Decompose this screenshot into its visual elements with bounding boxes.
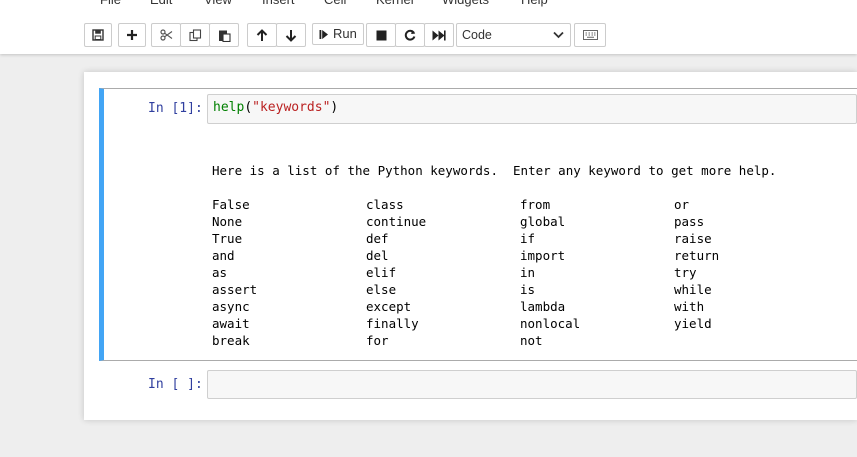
arrow-up-icon xyxy=(256,28,268,41)
keyword-item: yield xyxy=(674,316,712,331)
insert-cell-button[interactable] xyxy=(118,23,146,47)
keyword-item: else xyxy=(366,282,397,297)
menu-insert[interactable]: Insert xyxy=(262,0,295,9)
menu-cell[interactable]: Cell xyxy=(324,0,346,9)
keyword-item: async xyxy=(212,299,250,314)
run-button-label: Run xyxy=(333,26,357,41)
keyword-item: try xyxy=(674,265,697,280)
notebook-container: In [1]: help("keywords") Here is a list … xyxy=(84,72,857,420)
keyword-item: raise xyxy=(674,231,712,246)
keyword-item: nonlocal xyxy=(520,316,581,331)
paste-icon xyxy=(218,30,231,42)
keyword-item: for xyxy=(366,333,389,348)
keyword-item: class xyxy=(366,197,404,212)
output-intro-text: Here is a list of the Python keywords. E… xyxy=(212,163,777,178)
chevron-down-icon xyxy=(553,31,564,39)
keyword-item: pass xyxy=(674,214,705,229)
run-button[interactable]: Run xyxy=(312,23,364,45)
plus-icon xyxy=(127,30,137,40)
paste-button[interactable] xyxy=(209,23,239,47)
keyboard-icon xyxy=(582,30,598,40)
keyword-item: as xyxy=(212,265,228,280)
menu-edit[interactable]: Edit xyxy=(150,0,172,9)
arrow-down-icon xyxy=(285,29,297,42)
command-palette-button[interactable] xyxy=(574,23,606,47)
step-forward-icon xyxy=(319,29,328,39)
keyword-item: import xyxy=(520,248,566,263)
code-cell[interactable]: In [ ]: xyxy=(99,365,857,403)
keyword-column: False None True and as assert async await break xyxy=(212,196,257,349)
keyword-item: break xyxy=(212,333,250,348)
interrupt-button[interactable] xyxy=(366,23,396,47)
code-string-arg: "keywords" xyxy=(252,100,331,115)
restart-run-all-button[interactable] xyxy=(424,23,454,47)
keyword-item: and xyxy=(212,248,235,263)
refresh-icon xyxy=(404,29,416,41)
keyword-item: None xyxy=(212,214,243,229)
restart-button[interactable] xyxy=(395,23,425,47)
cell-type-value: Code xyxy=(462,28,492,42)
keyword-item: is xyxy=(520,282,536,297)
keyword-item: False xyxy=(212,197,250,212)
keyword-item: global xyxy=(520,214,566,229)
notebook-page: File Edit View Insert Cell Kernel Widget… xyxy=(0,0,857,457)
save-icon xyxy=(92,29,104,41)
copy-button[interactable] xyxy=(180,23,210,47)
keyword-item: continue xyxy=(366,214,427,229)
keyword-item: from xyxy=(520,197,551,212)
code-function-name: help xyxy=(213,100,245,115)
keyword-item: with xyxy=(674,299,705,314)
keyword-column: from global if import in is lambda nonlocal not xyxy=(520,196,580,349)
keyword-item: in xyxy=(520,265,536,280)
keyword-item: return xyxy=(674,248,720,263)
code-open-paren: ( xyxy=(244,100,253,115)
keyword-item: True xyxy=(212,231,243,246)
keyword-item: def xyxy=(366,231,389,246)
keyword-item: not xyxy=(520,333,543,348)
input-prompt: In [1]: xyxy=(148,101,203,116)
move-up-button[interactable] xyxy=(247,23,277,47)
keyword-item: finally xyxy=(366,316,419,331)
keyword-column: or pass raise return try while with yield xyxy=(674,196,719,332)
cell-output: Here is a list of the Python keywords. E… xyxy=(212,162,776,348)
input-prompt: In [ ]: xyxy=(148,377,203,392)
save-button[interactable] xyxy=(84,23,112,47)
scissors-icon xyxy=(159,29,172,41)
fast-forward-icon xyxy=(432,30,446,40)
stop-icon xyxy=(376,30,386,40)
code-cell-selected[interactable]: In [1]: help("keywords") Here is a list … xyxy=(99,88,857,361)
code-text: help("keywords") xyxy=(213,100,338,116)
header: File Edit View Insert Cell Kernel Widget… xyxy=(0,0,857,54)
keyword-item: assert xyxy=(212,282,258,297)
menu-view[interactable]: View xyxy=(204,0,232,9)
cell-type-select[interactable]: Code xyxy=(456,23,571,47)
menu-widgets[interactable]: Widgets xyxy=(442,0,489,9)
keyword-item: or xyxy=(674,197,690,212)
keyword-item: if xyxy=(520,231,536,246)
move-down-button[interactable] xyxy=(276,23,306,47)
code-close-paren: ) xyxy=(330,100,339,115)
code-input-area[interactable] xyxy=(207,370,857,399)
keyword-item: lambda xyxy=(520,299,566,314)
keyword-item: while xyxy=(674,282,712,297)
keyword-item: await xyxy=(212,316,250,331)
keyword-item: del xyxy=(366,248,389,263)
keyword-item: elif xyxy=(366,265,397,280)
copy-icon xyxy=(188,28,201,41)
menu-help[interactable]: Help xyxy=(521,0,548,9)
menubar: File Edit View Insert Cell Kernel Widget… xyxy=(0,0,857,9)
menu-kernel[interactable]: Kernel xyxy=(376,0,414,9)
keyword-item: except xyxy=(366,299,412,314)
code-input-area[interactable]: help("keywords") xyxy=(207,94,857,124)
keyword-column: class continue def del elif else except finally… xyxy=(366,196,426,349)
cut-button[interactable] xyxy=(151,23,181,47)
menu-file[interactable]: File xyxy=(100,0,121,9)
